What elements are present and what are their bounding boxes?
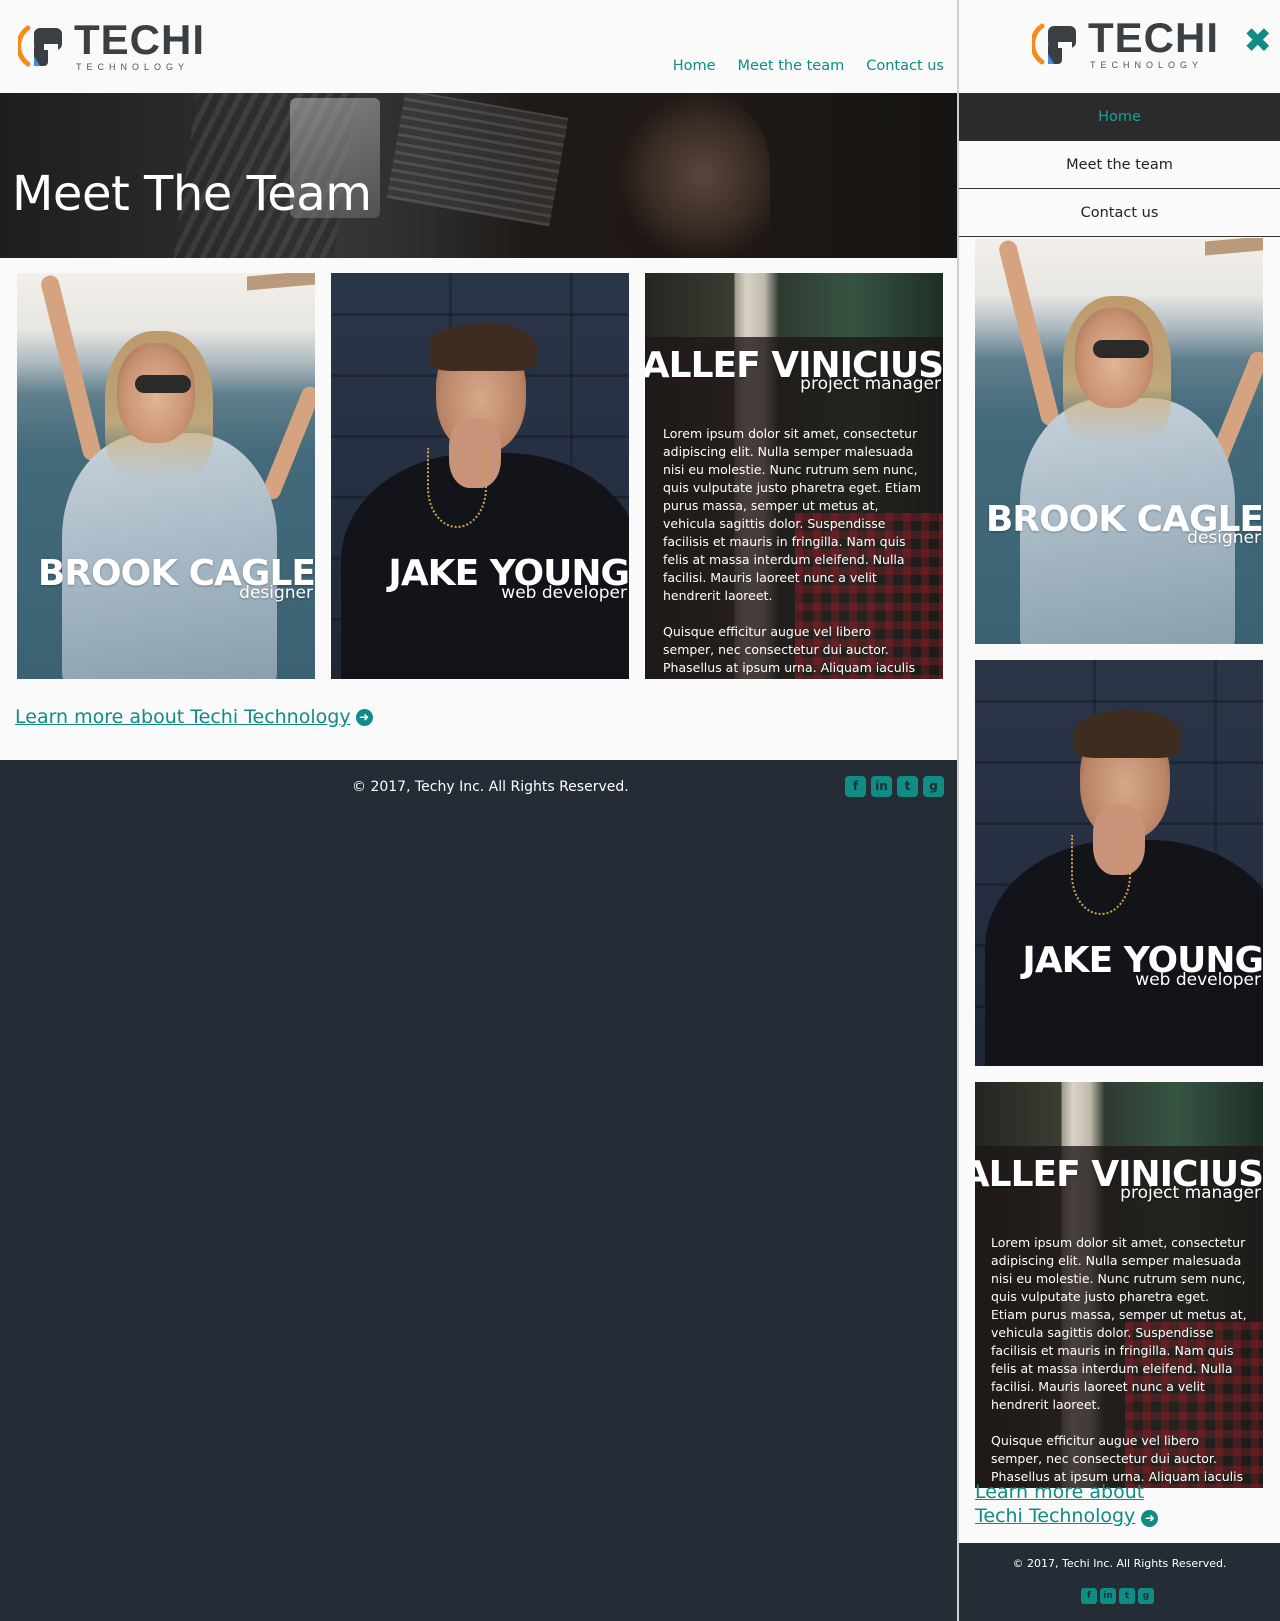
mobile-view: TECHI TECHNOLOGY ✖ Home Meet the team Co… [959,0,1280,1621]
bio-paragraph: Lorem ipsum dolor sit amet, consectetur … [663,426,922,603]
mobile-team-cards: BROOK CAGLE designer JAKE YOUNG web deve… [975,238,1263,1504]
logo-text: TECHI TECHNOLOGY [74,16,205,73]
learn-more-link[interactable]: Learn more about Techi Technology ➜ [15,706,373,728]
photo-detail [429,323,537,371]
main-nav: Home Meet the team Contact us [673,58,944,74]
team-card-brook-cagle[interactable]: BROOK CAGLE designer [975,238,1263,644]
member-role: web developer [501,583,627,603]
nav-home[interactable]: Home [673,58,716,74]
logo-mark-icon [18,25,62,67]
mobile-nav-meet-the-team[interactable]: Meet the team [959,141,1280,189]
linkedin-icon[interactable]: in [871,776,892,797]
team-card-allef-vinicius[interactable]: ALLEF VINICIUS project manager Lorem ips… [645,273,943,679]
site-footer: © 2017, Techy Inc. All Rights Reserved. … [0,760,959,1621]
learn-more-label[interactable]: Learn more about Techi Technology [15,706,351,728]
linkedin-icon[interactable]: in [1100,1588,1116,1604]
hero-photo-shape [386,93,569,227]
hero-banner: Meet The Team [0,93,959,258]
twitter-icon[interactable]: t [1119,1588,1135,1604]
site-header: TECHI TECHNOLOGY Home Meet the team Cont… [0,0,959,93]
member-role: project manager [1120,1183,1261,1203]
copyright-text: © 2017, Techy Inc. All Rights Reserved. [352,779,629,795]
nav-contact-us[interactable]: Contact us [866,58,944,74]
bio-paragraph: Quisque efficitur augue vel libero sempe… [663,624,916,679]
desktop-view: TECHI TECHNOLOGY Home Meet the team Cont… [0,0,959,1621]
logo-tagline: TECHNOLOGY [1090,60,1204,70]
photo-detail [427,448,487,528]
arrow-circle-right-icon: ➜ [355,708,373,726]
photo-detail [997,238,1061,428]
learn-more-link[interactable]: Learn more about Techi Technology ➜ [975,1480,1159,1528]
photo-detail [1075,308,1153,408]
team-card-jake-young[interactable]: JAKE YOUNG web developer [975,660,1263,1066]
photo-detail [247,273,315,291]
bio-paragraph: Lorem ipsum dolor sit amet, consectetur … [991,1235,1247,1412]
photo-detail [1073,710,1181,758]
photo-detail [135,375,191,393]
team-card-brook-cagle[interactable]: BROOK CAGLE designer [17,273,315,679]
copyright-text: © 2017, Techi Inc. All Rights Reserved. [1012,1557,1227,1570]
mobile-header: TECHI TECHNOLOGY ✖ [959,0,1280,93]
arrow-circle-right-icon: ➜ [1141,1510,1159,1527]
learn-more-label-line2[interactable]: Techi Technology [975,1505,1135,1527]
member-role: web developer [1135,970,1261,990]
close-icon[interactable]: ✖ [1244,24,1273,58]
logo-wordmark: TECHI [74,16,205,63]
github-icon[interactable]: g [1138,1588,1154,1604]
learn-more-label-line1[interactable]: Learn more about [975,1481,1144,1503]
logo-wordmark: TECHI [1088,14,1219,61]
github-icon[interactable]: g [923,776,944,797]
member-role: project manager [800,374,941,394]
photo-detail [39,273,103,463]
photo-detail [1071,835,1131,915]
photo-detail [260,383,315,503]
brand-logo[interactable]: TECHI TECHNOLOGY [1032,14,1219,71]
twitter-icon[interactable]: t [897,776,918,797]
member-bio: Lorem ipsum dolor sit amet, consectetur … [991,1234,1247,1488]
team-card-jake-young[interactable]: JAKE YOUNG web developer [331,273,629,679]
photo-detail [1205,238,1263,256]
facebook-icon[interactable]: f [845,776,866,797]
logo-tagline: TECHNOLOGY [76,62,190,72]
member-role: designer [1187,528,1261,548]
facebook-icon[interactable]: f [1081,1588,1097,1604]
social-links: f in t g [1081,1588,1154,1604]
social-links: f in t g [845,776,944,797]
member-role: designer [239,583,313,603]
mobile-nav-home[interactable]: Home [959,93,1280,141]
page-title: Meet The Team [12,166,372,222]
mobile-nav-contact-us[interactable]: Contact us [959,189,1280,237]
hero-photo-person [620,93,770,258]
nav-meet-the-team[interactable]: Meet the team [738,58,845,74]
logo-text: TECHI TECHNOLOGY [1088,14,1219,71]
team-cards: BROOK CAGLE designer JAKE YOUNG web deve… [17,273,943,679]
logo-mark-icon [1032,23,1076,65]
brand-logo[interactable]: TECHI TECHNOLOGY [18,16,205,73]
member-bio: Lorem ipsum dolor sit amet, consectetur … [663,425,925,679]
mobile-footer: © 2017, Techi Inc. All Rights Reserved. … [959,1543,1280,1621]
mobile-menu: Home Meet the team Contact us [959,93,1280,237]
photo-detail [1093,340,1149,358]
photo-detail [117,343,195,443]
team-card-allef-vinicius[interactable]: ALLEF VINICIUS project manager Lorem ips… [975,1082,1263,1488]
